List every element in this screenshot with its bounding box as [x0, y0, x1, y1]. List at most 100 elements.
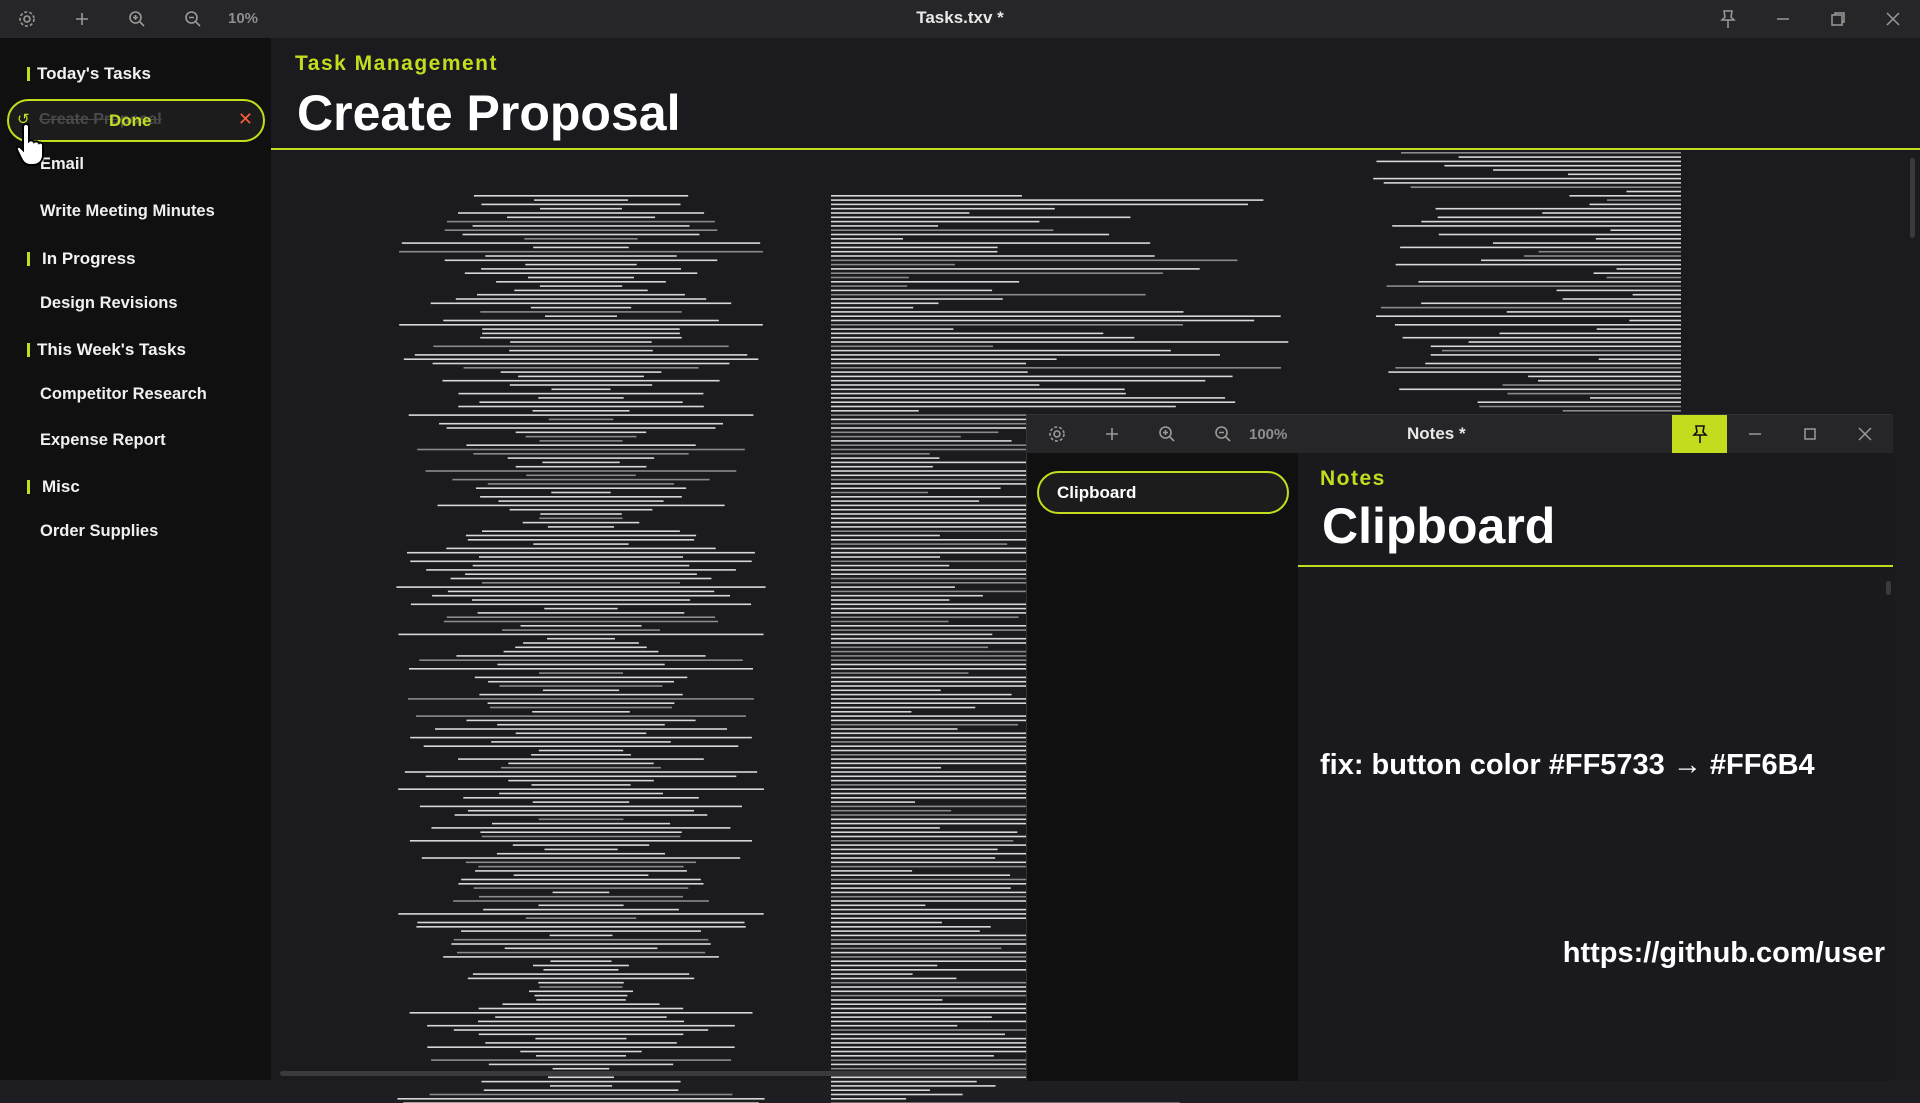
text-line: [831, 225, 939, 227]
sidebar-item-design-revisions[interactable]: Design Revisions: [40, 294, 178, 313]
close-icon[interactable]: ✕: [238, 109, 253, 130]
text-line: [831, 1089, 930, 1091]
text-line: [831, 345, 993, 348]
vertical-scrollbar[interactable]: [1910, 158, 1915, 238]
text-line: [831, 453, 930, 455]
text-line: [1596, 328, 1681, 330]
text-line: [831, 620, 949, 623]
zoom-in-icon[interactable]: [1147, 415, 1187, 453]
gear-icon[interactable]: [1037, 415, 1077, 453]
text-line: [410, 560, 752, 563]
text-line: [831, 332, 1104, 335]
text-line: [515, 431, 647, 434]
text-line: [1632, 293, 1681, 296]
text-line: [483, 1089, 679, 1091]
text-line: [831, 319, 1255, 322]
category-label: Task Management: [295, 52, 498, 75]
text-line: [419, 659, 743, 661]
minimize-icon[interactable]: [1727, 415, 1782, 453]
sidebar-item-competitor-research[interactable]: Competitor Research: [40, 385, 207, 404]
text-line: [504, 947, 658, 950]
text-line: [533, 543, 629, 545]
notes-content: Notes Clipboard fix: button color #FF573…: [1298, 453, 1893, 1081]
text-line: [1477, 401, 1681, 403]
text-line: [831, 633, 993, 636]
text-line: [831, 268, 1200, 270]
section-today[interactable]: Today's Tasks: [27, 64, 151, 84]
text-line: [465, 573, 697, 575]
text-line: [533, 246, 629, 249]
notes-scrollbar[interactable]: [1886, 581, 1891, 595]
pin-icon[interactable]: [1672, 415, 1727, 453]
close-icon[interactable]: [1837, 415, 1892, 453]
text-line: [453, 938, 709, 941]
text-line: [831, 508, 1044, 511]
sidebar-item-expense-report[interactable]: Expense Report: [40, 431, 166, 450]
text-line: [1430, 354, 1681, 356]
text-line: [831, 379, 1206, 382]
text-line: [831, 809, 952, 812]
sidebar-item-clipboard[interactable]: Clipboard: [1037, 471, 1289, 514]
text-line: [526, 474, 636, 477]
text-line: [1481, 259, 1681, 262]
sidebar-item-order-supplies[interactable]: Order Supplies: [40, 522, 158, 541]
close-icon[interactable]: [1865, 0, 1920, 38]
text-line: [524, 238, 638, 240]
text-line: [1468, 341, 1681, 343]
sidebar-item-meeting-minutes[interactable]: Write Meeting Minutes: [40, 202, 215, 221]
text-line: [477, 612, 685, 614]
done-button[interactable]: Done: [109, 111, 152, 131]
text-line: [831, 281, 1020, 283]
text-line: [525, 435, 637, 438]
text-line: [467, 539, 695, 541]
text-line: [502, 629, 660, 631]
text-line: [409, 668, 753, 670]
text-line: [539, 986, 623, 988]
restore-icon[interactable]: [1810, 0, 1865, 38]
text-line: [496, 281, 666, 283]
text-line: [463, 367, 699, 369]
text-line: [480, 496, 682, 498]
horizontal-scrollbar[interactable]: [280, 1071, 1030, 1076]
section-in-progress[interactable]: In Progress: [27, 249, 136, 269]
text-line: [831, 388, 1125, 391]
text-line: [515, 465, 647, 468]
text-line: [831, 534, 940, 537]
text-line: [831, 427, 1046, 429]
text-line: [538, 904, 624, 907]
text-line: [1595, 238, 1681, 240]
text-line: [831, 964, 938, 967]
minimize-icon[interactable]: [1755, 0, 1810, 38]
plus-icon[interactable]: [1092, 415, 1132, 453]
text-line: [433, 345, 729, 348]
text-line: [831, 1080, 977, 1083]
text-line: [478, 1007, 684, 1010]
notes-titlebar: 100% Notes *: [1027, 415, 1893, 453]
text-line: [488, 1063, 674, 1066]
text-line: [534, 199, 628, 201]
text-line: [831, 556, 941, 558]
text-line: [538, 818, 624, 821]
text-line: [831, 487, 1001, 489]
text-line: [417, 921, 745, 924]
notes-window-title: Notes *: [1407, 424, 1466, 443]
pin-icon[interactable]: [1700, 0, 1755, 38]
text-line: [1388, 371, 1681, 373]
text-line: [399, 250, 763, 253]
zoom-out-icon[interactable]: [1203, 415, 1243, 453]
text-line: [1542, 212, 1681, 214]
text-line: [495, 1016, 667, 1018]
text-line: [416, 926, 746, 928]
text-line: [432, 362, 730, 365]
text-line: [1399, 388, 1681, 391]
text-line: [831, 311, 1184, 313]
text-line: [532, 801, 630, 803]
text-line: [465, 534, 697, 537]
section-this-week[interactable]: This Week's Tasks: [27, 340, 186, 360]
maximize-icon[interactable]: [1782, 415, 1837, 453]
text-line: [464, 272, 698, 274]
text-line: [1435, 207, 1681, 210]
note-line: https://github.com/user: [1562, 937, 1885, 969]
section-misc[interactable]: Misc: [27, 477, 80, 497]
text-line: [503, 650, 659, 653]
